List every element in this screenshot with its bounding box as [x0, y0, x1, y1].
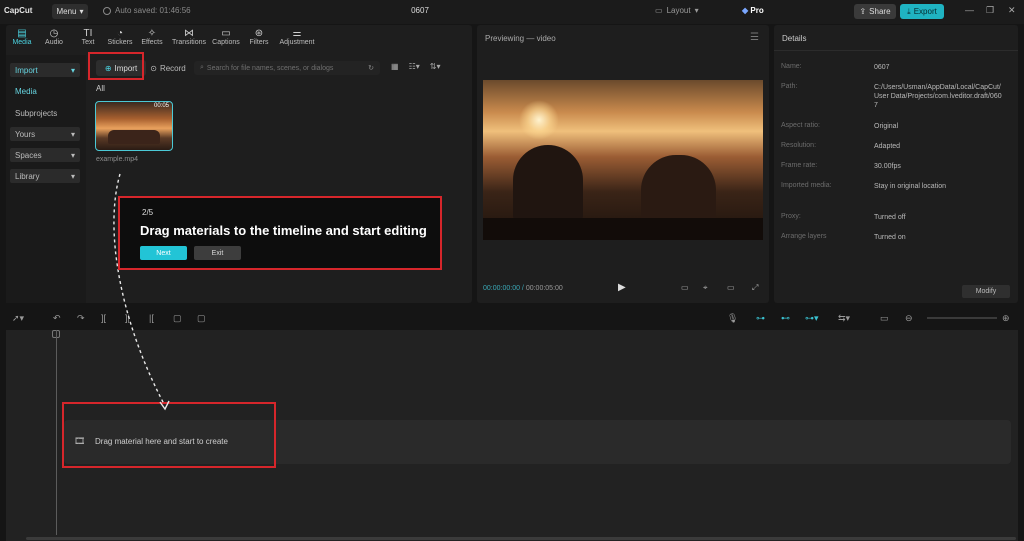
drag-arrow — [113, 173, 170, 411]
next-button[interactable]: Next — [140, 246, 187, 260]
tutorial-step: 2/5 — [142, 208, 154, 217]
tutorial-popup: 2/5 Drag materials to the timeline and s… — [118, 196, 442, 270]
tutorial-title: Drag materials to the timeline and start… — [140, 223, 427, 238]
exit-button[interactable]: Exit — [194, 246, 241, 260]
